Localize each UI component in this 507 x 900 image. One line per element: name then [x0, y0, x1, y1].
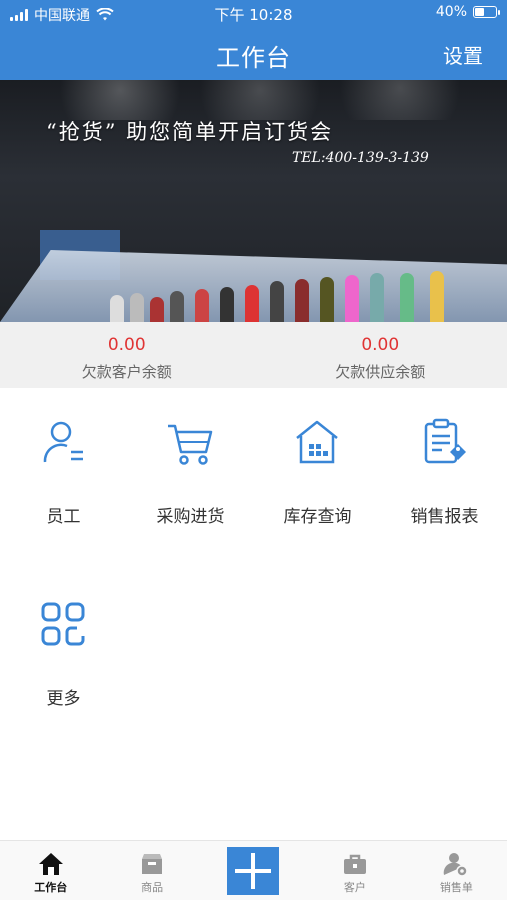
tile-more-label: 更多 [46, 689, 81, 709]
balance-summary: 0.00 欠款客户余额 0.00 欠款供应余额 [0, 322, 507, 388]
tab-sales-orders[interactable]: 销售单 [406, 841, 507, 900]
tab-products[interactable]: 商品 [101, 841, 202, 900]
home-icon [38, 853, 63, 875]
customer-debt[interactable]: 0.00 欠款客户余额 [0, 322, 254, 388]
promo-banner[interactable]: “抢货” 助您简单开启订货会 TEL:400-139-3-139 [0, 80, 507, 322]
person-settings-icon [444, 853, 469, 877]
status-right: 40% [435, 4, 500, 20]
bottom-tabbar: 工作台 商品 客户 销售单 [0, 840, 507, 900]
banner-headline: “抢货” 助您简单开启订货会 [46, 120, 334, 144]
tile-more[interactable]: 更多 [0, 570, 127, 730]
supplier-debt-amount: 0.00 [361, 335, 400, 355]
status-bar: 中国联通 下午 10:28 40% [0, 0, 507, 26]
banner-phone: TEL:400-139-3-139 [292, 150, 429, 166]
nav-header: 工作台 设置 [0, 26, 507, 80]
tile-inventory[interactable]: 库存查询 [254, 388, 381, 548]
tile-staff-label: 员工 [46, 507, 81, 527]
tab-sales-orders-label: 销售单 [439, 881, 473, 894]
tab-workbench-label: 工作台 [34, 881, 68, 894]
tile-inventory-label: 库存查询 [283, 507, 352, 527]
battery-icon [473, 6, 500, 18]
stage-lights [0, 80, 507, 120]
app: 中国联通 下午 10:28 40% 工作台 设置 “抢货” 助您简单开启订货会 … [0, 0, 507, 900]
tab-products-label: 商品 [141, 881, 164, 894]
tile-purchase[interactable]: 采购进货 [127, 388, 254, 548]
tab-customers-label: 客户 [343, 881, 366, 894]
tab-workbench[interactable]: 工作台 [0, 841, 101, 900]
grid-icon [41, 602, 85, 646]
supplier-debt-label: 欠款供应余额 [335, 363, 426, 381]
runway-models [100, 265, 500, 322]
box-icon [142, 854, 163, 874]
tile-staff[interactable]: 员工 [0, 388, 127, 548]
tile-sales-report[interactable]: 销售报表 [381, 388, 507, 548]
briefcase-icon [343, 854, 366, 874]
settings-button[interactable]: 设置 [443, 40, 483, 69]
tile-sales-report-label: 销售报表 [410, 507, 479, 527]
tile-purchase-label: 采购进货 [156, 507, 225, 527]
supplier-debt[interactable]: 0.00 欠款供应余额 [254, 322, 507, 388]
page-title: 工作台 [216, 44, 291, 72]
status-time: 下午 10:28 [214, 6, 293, 24]
report-icon [424, 418, 466, 464]
battery-percent: 40% [435, 4, 467, 20]
tab-add[interactable] [203, 841, 304, 900]
customer-debt-label: 欠款客户余额 [81, 363, 172, 381]
cart-icon [168, 424, 213, 465]
tab-customers[interactable]: 客户 [304, 841, 405, 900]
customer-debt-amount: 0.00 [107, 335, 146, 355]
plus-icon [226, 847, 279, 895]
user-icon [43, 421, 83, 463]
warehouse-icon [296, 420, 338, 464]
